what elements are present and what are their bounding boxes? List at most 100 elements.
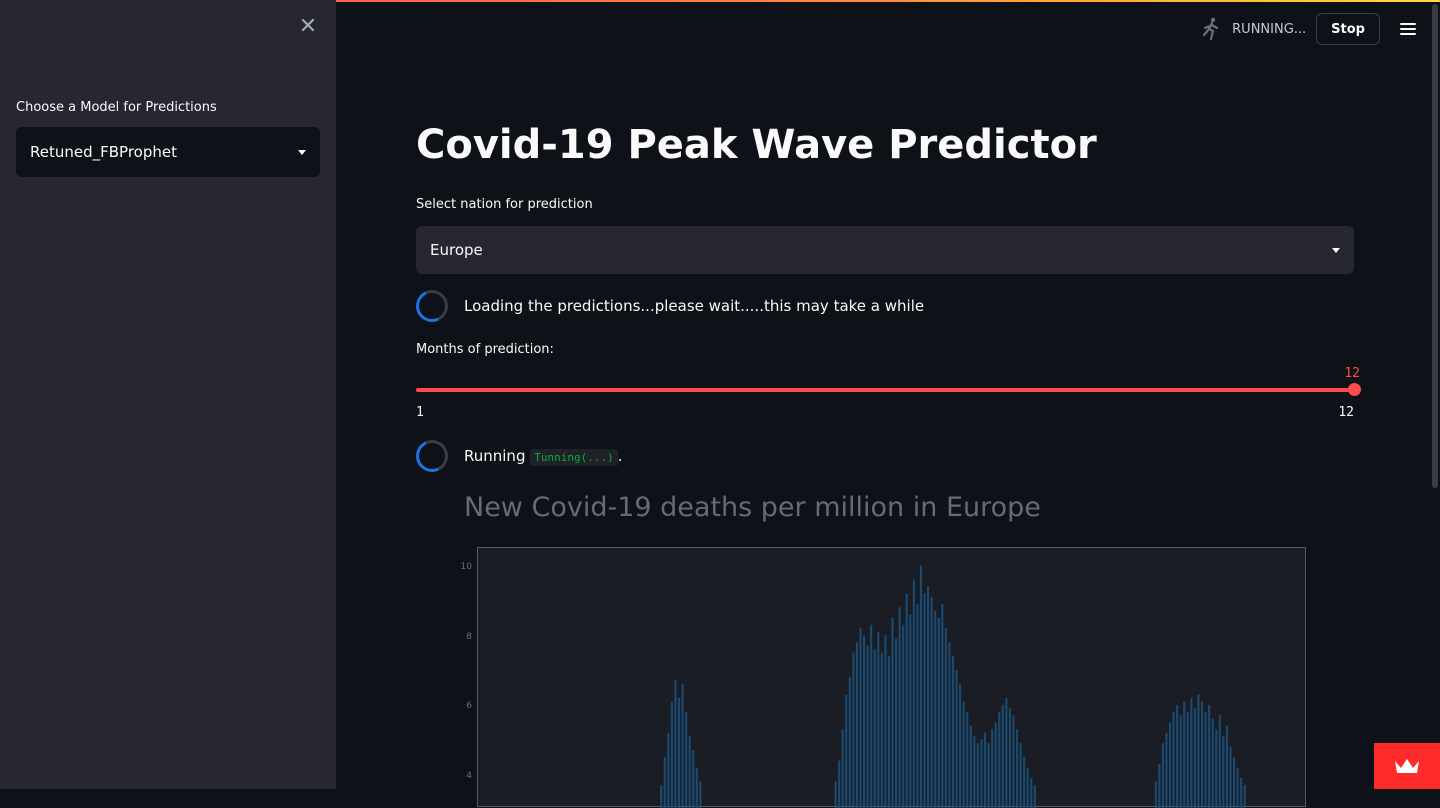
y-tick-label: 8 <box>466 631 472 642</box>
chart-bar <box>1019 743 1022 808</box>
slider-thumb[interactable] <box>1348 383 1361 396</box>
chart-bar <box>1158 764 1161 808</box>
chart-bar <box>1012 715 1015 808</box>
chart-bar <box>1033 784 1036 808</box>
running-man-icon <box>1203 17 1219 41</box>
chart-bar <box>891 617 894 808</box>
hamburger-menu-icon[interactable] <box>1396 17 1420 41</box>
chart-bar <box>1161 743 1164 808</box>
chart-bar <box>983 732 987 808</box>
chart-bar <box>852 652 855 808</box>
chart-bar <box>880 652 883 808</box>
chevron-down-icon <box>1332 247 1340 253</box>
slider-min-label: 1 <box>416 405 424 420</box>
chart-bar <box>930 596 933 808</box>
running-status: Running Tunning(...). <box>411 435 623 477</box>
y-tick-label: 10 <box>460 562 472 572</box>
chart-bar <box>941 603 944 808</box>
chart-title: New Covid-19 deaths per million in Europ… <box>464 492 1041 523</box>
chart-bar <box>677 697 681 808</box>
chart-bar <box>670 701 673 808</box>
chart-bar <box>923 593 926 808</box>
chart-bar <box>1236 767 1239 808</box>
chart-bar <box>870 624 873 808</box>
chart-bar <box>1208 704 1211 808</box>
close-sidebar-icon[interactable]: ✕ <box>297 16 319 38</box>
chart-bar <box>887 656 890 808</box>
chart-bar <box>855 642 858 808</box>
chart-bar <box>1165 732 1168 808</box>
chart-bar <box>1222 736 1225 808</box>
streamlit-badge[interactable] <box>1374 743 1440 789</box>
chart-bar <box>1193 708 1196 808</box>
chart-bar <box>962 701 965 808</box>
chart-bar <box>884 635 887 808</box>
running-function-code: Tunning(...) <box>530 449 618 466</box>
chart-bar <box>909 614 912 808</box>
chart-bar <box>1172 711 1175 808</box>
months-slider-label: Months of prediction: <box>416 342 554 357</box>
chart-bar <box>987 743 990 808</box>
chart-bar <box>905 593 908 808</box>
running-suffix: . <box>617 447 623 465</box>
chart-bar <box>1225 725 1229 808</box>
chart-bar <box>699 781 702 808</box>
chart-bar <box>1183 701 1186 808</box>
slider-current-value: 12 <box>1344 366 1360 381</box>
chart-bar <box>1190 697 1193 808</box>
chart-bar <box>916 603 919 808</box>
chart-bar <box>959 683 962 808</box>
chart-bar <box>873 649 876 808</box>
loading-status: Loading the predictions...please wait...… <box>411 285 924 327</box>
chart-bar <box>866 645 869 808</box>
chart-bar <box>969 725 972 808</box>
model-select-label: Choose a Model for Predictions <box>16 100 217 115</box>
slider-track[interactable] <box>416 388 1354 392</box>
y-tick-label: 6 <box>466 701 472 712</box>
model-select[interactable]: Retuned_FBProphet <box>16 127 320 177</box>
chart-bar <box>663 757 666 808</box>
chart-bar <box>692 750 695 808</box>
chart-bar <box>994 722 997 808</box>
chart-bar <box>695 767 698 808</box>
chart-bar <box>667 732 670 808</box>
chart-bar <box>976 743 979 808</box>
chart-bar <box>1005 697 1008 808</box>
chart-bar <box>894 638 898 808</box>
chart-bar <box>838 760 841 808</box>
months-slider[interactable]: 12 1 12 <box>416 366 1361 422</box>
page-scrollbar[interactable] <box>1432 4 1438 488</box>
chart-bar <box>1215 729 1218 808</box>
nation-select-label: Select nation for prediction <box>416 197 593 212</box>
running-label: Running Tunning(...). <box>464 447 623 466</box>
nation-select[interactable]: Europe <box>416 226 1354 274</box>
model-select-value: Retuned_FBProphet <box>30 143 177 161</box>
chart-bar <box>1001 704 1004 808</box>
chart-bar <box>1229 746 1232 808</box>
chart-bar <box>1243 784 1246 808</box>
slider-max-label: 12 <box>1338 405 1354 420</box>
chart-bar <box>912 579 915 808</box>
chart-bar <box>1204 711 1207 808</box>
chart-bar <box>841 729 844 808</box>
running-spinner-icon <box>411 435 453 477</box>
chart-bar <box>848 676 851 808</box>
chart-bar <box>973 736 976 808</box>
chart-bar <box>1218 715 1221 808</box>
chart-bar <box>862 635 866 808</box>
chart-bar <box>966 711 969 808</box>
chevron-down-icon <box>298 149 306 155</box>
chart-bar <box>660 784 663 808</box>
stop-button[interactable]: Stop <box>1316 13 1380 45</box>
crown-icon <box>1395 759 1419 773</box>
chart-svg <box>660 565 1246 808</box>
chart-bar <box>1240 778 1243 808</box>
chart-bar <box>1026 767 1029 808</box>
chart-bar <box>1179 715 1182 808</box>
chart-bar <box>991 729 994 808</box>
chart-bar <box>927 586 930 808</box>
chart-bar <box>951 656 955 808</box>
chart-bar <box>1197 694 1200 808</box>
chart-bar <box>1186 711 1189 808</box>
chart-plot-area <box>477 547 1306 808</box>
